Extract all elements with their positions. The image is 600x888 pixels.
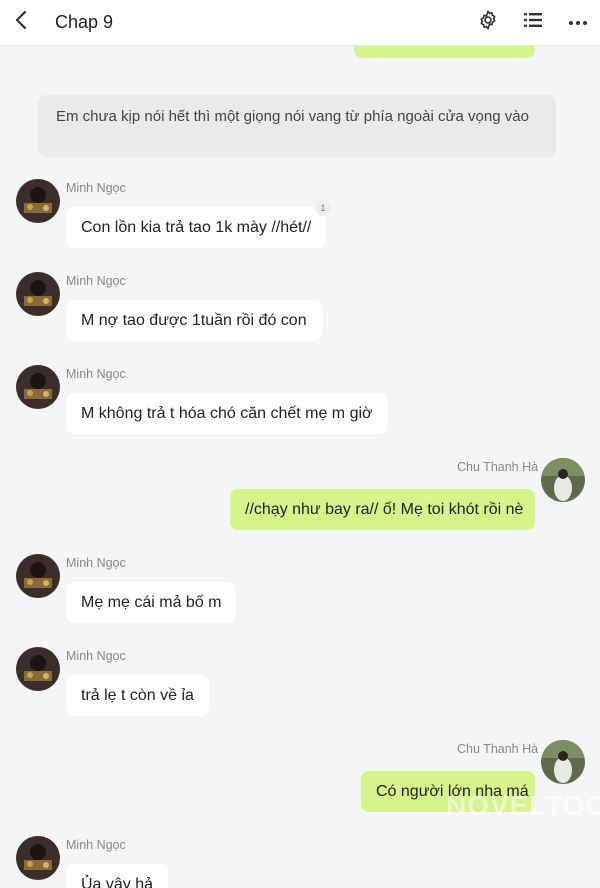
avatar-minh-ngoc[interactable]	[16, 647, 60, 691]
message-bubble[interactable]: trả lẹ t còn về ỉa	[66, 675, 209, 716]
avatar-chu-thanh-ha[interactable]	[541, 458, 585, 502]
message-bubble[interactable]: M nợ tao được 1tuần rồi đó con	[66, 300, 322, 341]
message-bubble[interactable]: Ủa vậy hả	[66, 864, 169, 888]
avatar-minh-ngoc[interactable]	[16, 554, 60, 598]
sender-name: Minh Ngọc	[66, 274, 126, 288]
watermark: NOVELTOON	[446, 790, 600, 821]
chapter-list-button[interactable]	[520, 9, 546, 35]
avatar-minh-ngoc[interactable]	[16, 365, 60, 409]
page-title: Chap 9	[55, 12, 114, 32]
top-bar: Chap 9	[0, 0, 600, 46]
message-bubble[interactable]: //chạy như bay ra// ố! Mẹ toi khót rồi n…	[230, 489, 535, 530]
message-bubble[interactable]: M không trả t hóa chó căn chết mẹ m giờ	[66, 393, 388, 434]
more-options-button[interactable]	[565, 9, 591, 35]
sender-name: Minh Ngọc	[66, 556, 126, 570]
back-button[interactable]	[6, 7, 36, 37]
sender-name: Minh Ngọc	[66, 649, 126, 663]
comment-count-badge[interactable]: 1	[315, 200, 331, 216]
avatar-chu-thanh-ha[interactable]	[541, 740, 585, 784]
more-dots-icon	[568, 13, 588, 31]
sender-name: Minh Ngọc	[66, 367, 126, 381]
sender-name: Minh Ngọc	[66, 838, 126, 852]
message-bubble[interactable]: Mẹ mẹ cái mả bố m	[66, 582, 237, 623]
chevron-left-icon	[14, 10, 28, 35]
sender-name: Minh Ngọc	[66, 181, 126, 195]
message-bubble[interactable]: Con lồn kia trả tao 1k mày //hét//	[66, 207, 327, 248]
settings-button[interactable]	[475, 9, 501, 35]
sender-name: Chu Thanh Hà	[457, 460, 539, 474]
sender-name: Chu Thanh Hà	[457, 742, 539, 756]
narration-box: Em chưa kịp nói hết thì một giọng nói va…	[38, 95, 556, 157]
list-icon	[523, 11, 543, 34]
avatar-minh-ngoc[interactable]	[16, 272, 60, 316]
gear-icon	[477, 9, 499, 36]
chat-feed[interactable]: Em chưa kịp nói hết thì một giọng nói va…	[0, 0, 600, 888]
avatar-minh-ngoc[interactable]	[16, 179, 60, 223]
avatar-minh-ngoc[interactable]	[16, 836, 60, 880]
